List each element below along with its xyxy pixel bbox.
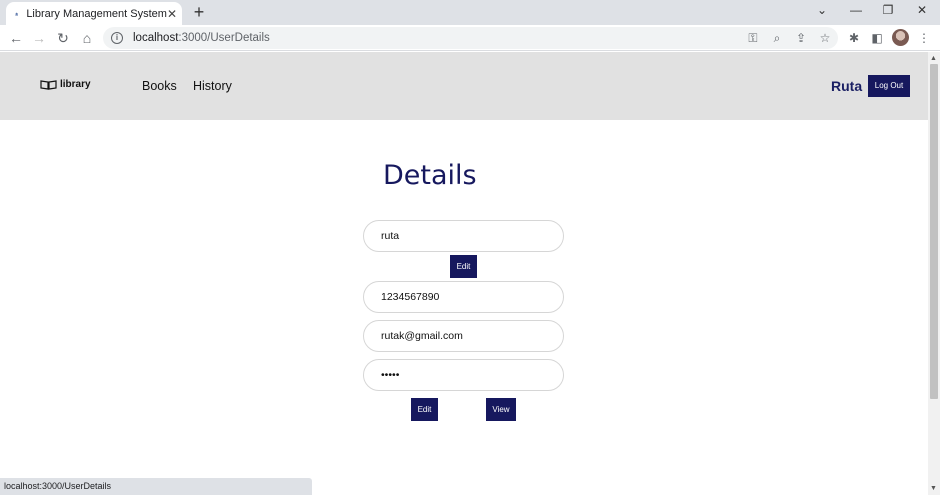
side-panel-icon[interactable]: ◧ [869,30,885,46]
nav-link-history[interactable]: History [193,79,232,93]
back-icon[interactable]: ← [8,30,24,46]
phone-field[interactable]: 1234567890 [363,281,564,313]
close-tab-icon[interactable]: ✕ [167,7,177,21]
open-book-icon [40,79,57,90]
bookmark-star-icon[interactable]: ☆ [818,31,832,45]
browser-tab-strip: Library Management System ✕ + ⌄ — ❐ ✕ [0,0,940,25]
tab-search-icon[interactable]: ⌄ [814,3,830,17]
browser-tab[interactable]: Library Management System ✕ [6,2,182,25]
restore-icon[interactable]: ❐ [880,3,896,17]
close-window-icon[interactable]: ✕ [914,3,930,17]
brand-text: library [60,79,91,90]
scroll-thumb[interactable] [930,64,938,399]
logout-button[interactable]: Log Out [868,75,910,97]
reload-icon[interactable]: ↻ [55,30,71,46]
share-icon[interactable]: ⇪ [794,31,808,45]
url-host: localhost [133,32,179,44]
extensions-icon[interactable]: ✱ [846,30,862,46]
page-scrollbar[interactable]: ▲ ▼ [928,52,940,495]
current-user-name: Ruta [831,78,863,94]
key-icon[interactable]: ⚿ [746,31,760,45]
library-favicon-icon [15,12,19,16]
page-viewport: library Books History Ruta Log Out Detai… [0,52,928,495]
page-title: Details [383,160,477,191]
zoom-icon[interactable]: ⌕ [770,31,784,45]
view-button[interactable]: View [486,398,516,421]
brand-logo[interactable]: library [40,79,91,90]
nav-link-books[interactable]: Books [142,79,177,93]
tab-title: Library Management System [26,7,167,20]
forward-icon[interactable]: → [31,30,47,46]
name-field[interactable]: ruta [363,220,564,252]
status-bar: localhost:3000/UserDetails [0,478,312,495]
site-navbar: library Books History Ruta Log Out [0,52,928,120]
browser-toolbar: ← → ↻ ⌂ i localhost :3000/UserDetails ⚿ … [0,25,940,51]
url-path: :3000/UserDetails [178,32,270,44]
scroll-down-icon[interactable]: ▼ [930,485,937,492]
profile-avatar[interactable] [892,29,909,46]
edit-button[interactable]: Edit [411,398,438,421]
minimize-icon[interactable]: — [848,3,864,17]
menu-icon[interactable]: ⋮ [916,30,932,46]
new-tab-icon[interactable]: + [190,3,208,21]
scroll-up-icon[interactable]: ▲ [930,55,937,62]
password-field[interactable]: ••••• [363,359,564,391]
address-bar[interactable]: i localhost :3000/UserDetails ⚿ ⌕ ⇪ ☆ [103,27,838,49]
home-icon[interactable]: ⌂ [79,30,95,46]
edit-name-button[interactable]: Edit [450,255,477,278]
email-field[interactable]: rutak@gmail.com [363,320,564,352]
site-info-icon[interactable]: i [111,32,123,44]
